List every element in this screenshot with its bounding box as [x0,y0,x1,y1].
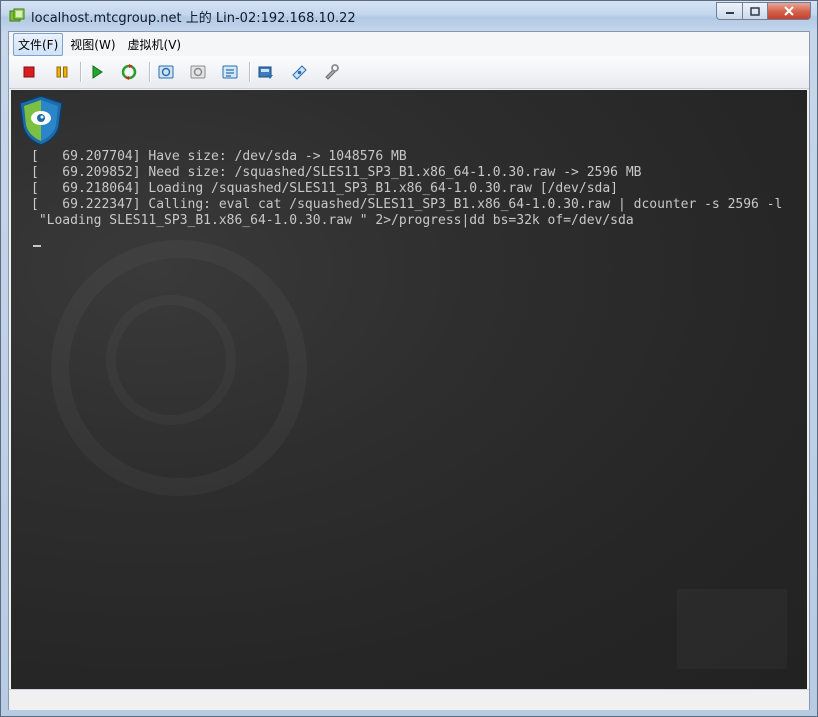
console-line: [ 69.222347] Calling: eval cat /squashed… [31,197,783,212]
snapshot-icon [158,65,174,79]
toolbar [9,56,809,89]
close-button[interactable] [767,2,811,20]
settings-icon [325,64,339,80]
console-line: [ 69.207704] Have size: /dev/sda -> 1048… [31,149,407,164]
maximize-icon [750,6,760,16]
vm-console-screen[interactable]: [ 69.207704] Have size: /dev/sda -> 1048… [11,90,807,689]
play-icon [92,65,103,79]
floppy-drive-icon [292,65,307,80]
toolbar-separator [149,62,151,82]
console-output: [ 69.207704] Have size: /dev/sda -> 1048… [31,149,782,229]
title-bar[interactable]: localhost.mtcgroup.net 上的 Lin-02:192.168… [1,1,817,31]
power-on-button[interactable] [86,61,108,83]
toolbar-separator [80,62,82,82]
manage-snapshots-icon [222,65,238,79]
menu-bar: 文件(F) 视图(W) 虚拟机(V) [9,32,809,56]
stop-icon [23,66,35,78]
client-area: 文件(F) 视图(W) 虚拟机(V) [69.207704] Have siz… [8,31,810,710]
stop-button[interactable] [18,61,40,83]
manage-snapshots-button[interactable] [219,61,241,83]
snapshot-button[interactable] [155,61,177,83]
reset-button[interactable] [118,61,140,83]
floppy-drive-button[interactable] [288,61,310,83]
reset-icon [121,64,137,80]
window-title: localhost.mtcgroup.net 上的 Lin-02:192.168… [31,11,356,26]
vm-console-window: localhost.mtcgroup.net 上的 Lin-02:192.168… [0,0,818,717]
window-controls [716,2,811,20]
background-decoration [106,295,236,425]
menu-vm[interactable]: 虚拟机(V) [123,33,187,56]
close-icon [784,6,794,16]
toolbar-separator [249,62,251,82]
vm-app-icon [9,8,25,22]
maximize-button[interactable] [742,2,767,20]
revert-snapshot-icon [190,65,206,79]
menu-file[interactable]: 文件(F) [13,32,64,56]
status-bar [9,689,809,710]
console-line: [ 69.218064] Loading /squashed/SLES11_SP… [31,181,618,196]
settings-button[interactable] [320,61,342,83]
background-decoration [677,589,787,669]
console-line: "Loading SLES11_SP3_B1.x86_64-1.0.30.raw… [31,213,634,228]
minimize-icon [725,12,734,14]
revert-snapshot-button[interactable] [187,61,209,83]
cd-drive-button[interactable] [255,61,277,83]
text-cursor [33,245,41,247]
pause-icon [56,66,68,78]
minimize-button[interactable] [716,2,742,20]
suse-shield-logo-icon [19,95,63,146]
pause-button[interactable] [51,61,73,83]
console-line: [ 69.209852] Need size: /squashed/SLES11… [31,165,642,180]
cd-drive-icon [258,66,273,79]
menu-view[interactable]: 视图(W) [65,33,120,56]
